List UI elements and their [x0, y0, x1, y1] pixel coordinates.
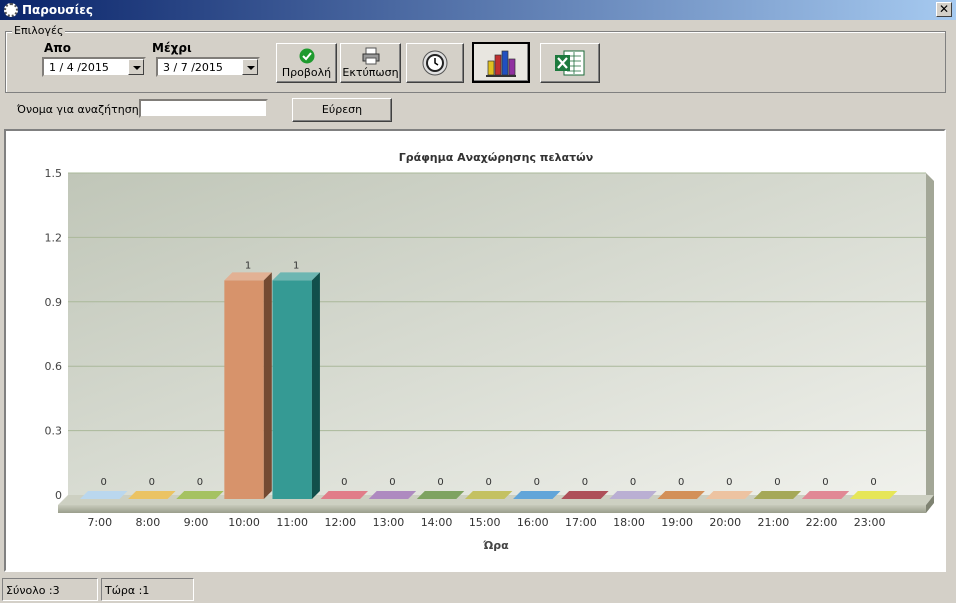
data-label: 1	[293, 260, 299, 271]
bar	[801, 491, 850, 499]
departures-bar-chart: Γράφημα Αναχώρησης πελατών 0 0.3 0.6 0.9 1.2 1…	[45, 151, 934, 552]
x-tick-label: 11:00	[276, 516, 308, 529]
bar	[849, 491, 898, 499]
data-label: 0	[485, 477, 491, 488]
data-label: 0	[726, 477, 732, 488]
status-total: Σύνολο :3	[2, 578, 98, 601]
bar	[272, 280, 312, 499]
app-icon	[4, 3, 18, 17]
x-tick-label: 14:00	[421, 516, 453, 529]
x-tick-label: 21:00	[758, 516, 790, 529]
chart-title: Γράφημα Αναχώρησης πελατών	[399, 151, 593, 164]
chart-floor-front	[58, 505, 926, 513]
bar	[416, 491, 465, 499]
data-label: 1	[245, 260, 251, 271]
search-input[interactable]	[139, 99, 268, 118]
from-date-picker[interactable]: 1 / 4 /2015	[42, 57, 146, 77]
y-tick-label: 0.3	[45, 425, 63, 438]
y-tick-label: 1.5	[45, 167, 63, 180]
y-tick-label: 0	[55, 489, 62, 502]
to-date-picker[interactable]: 3 / 7 /2015	[156, 57, 260, 77]
data-label: 0	[774, 477, 780, 488]
clock-icon	[422, 50, 448, 76]
bar-top	[272, 272, 320, 281]
to-date-value: 3 / 7 /2015	[163, 61, 223, 74]
data-label: 0	[437, 477, 443, 488]
x-tick-label: 7:00	[87, 516, 112, 529]
chart-wall	[68, 173, 926, 495]
bar	[609, 491, 657, 499]
data-label: 0	[149, 477, 155, 488]
y-tick-label: 0.9	[45, 296, 63, 309]
print-button-label: Εκτύπωση	[342, 66, 399, 79]
view-button-label: Προβολή	[281, 66, 332, 79]
bar	[368, 491, 417, 499]
data-label: 0	[870, 477, 876, 488]
bar	[705, 491, 753, 499]
data-label: 0	[197, 477, 203, 488]
bar-side	[263, 272, 272, 499]
data-label: 0	[389, 477, 395, 488]
bar	[513, 491, 561, 499]
printer-icon	[362, 47, 380, 65]
bar	[80, 491, 128, 499]
x-tick-label: 15:00	[469, 516, 501, 529]
chevron-down-icon[interactable]	[242, 59, 258, 75]
x-tick-label: 20:00	[709, 516, 741, 529]
bar-top	[224, 272, 272, 281]
x-tick-label: 17:00	[565, 516, 597, 529]
options-group-label: Επιλογές	[12, 24, 66, 37]
x-tick-label: 12:00	[324, 516, 356, 529]
clock-button[interactable]	[406, 43, 464, 83]
bar	[224, 280, 264, 499]
bar	[561, 491, 609, 499]
from-label: Απο	[44, 41, 72, 55]
y-tick-label: 0.6	[45, 360, 63, 373]
chevron-down-icon[interactable]	[128, 59, 144, 75]
data-label: 0	[678, 477, 684, 488]
search-label: Όνομα για αναζήτηση	[17, 103, 139, 116]
close-button[interactable]: ✕	[936, 2, 952, 17]
data-label: 0	[101, 477, 107, 488]
window-titlebar: Παρουσίες ✕	[0, 0, 956, 20]
x-tick-label: 10:00	[228, 516, 260, 529]
bar	[753, 491, 802, 499]
data-label: 0	[582, 477, 588, 488]
bar	[320, 491, 369, 499]
x-tick-label: 16:00	[517, 516, 549, 529]
data-label: 0	[630, 477, 636, 488]
window-title: Παρουσίες	[22, 3, 94, 17]
x-tick-label: 23:00	[854, 516, 886, 529]
x-tick-label: 13:00	[373, 516, 405, 529]
bar-chart-icon	[486, 50, 516, 77]
x-tick-label: 22:00	[806, 516, 838, 529]
x-tick-label: 18:00	[613, 516, 645, 529]
excel-export-button[interactable]	[540, 43, 600, 83]
chart-wall-side	[926, 173, 934, 503]
x-axis-label: Ώρα	[482, 539, 509, 552]
bar	[464, 491, 513, 499]
status-now: Τώρα :1	[101, 578, 194, 601]
excel-icon	[555, 50, 585, 76]
chart-panel: Γράφημα Αναχώρησης πελατών 0 0.3 0.6 0.9 1.2 1…	[4, 129, 946, 572]
data-label: 0	[341, 477, 347, 488]
data-label: 0	[534, 477, 540, 488]
bar	[176, 491, 224, 499]
find-button[interactable]: Εύρεση	[292, 98, 392, 122]
x-tick-label: 8:00	[135, 516, 160, 529]
bar-side	[311, 272, 320, 499]
bar	[128, 491, 176, 499]
y-tick-label: 1.2	[45, 231, 63, 244]
to-label: Μέχρι	[152, 41, 192, 55]
bar	[657, 491, 705, 499]
from-date-value: 1 / 4 /2015	[49, 61, 109, 74]
chart-button[interactable]	[472, 42, 530, 83]
data-label: 0	[822, 477, 828, 488]
print-button[interactable]: Εκτύπωση	[340, 43, 401, 83]
x-tick-label: 19:00	[661, 516, 693, 529]
checkmark-icon	[299, 48, 315, 64]
x-tick-label: 9:00	[184, 516, 209, 529]
view-button[interactable]: Προβολή	[276, 43, 337, 83]
